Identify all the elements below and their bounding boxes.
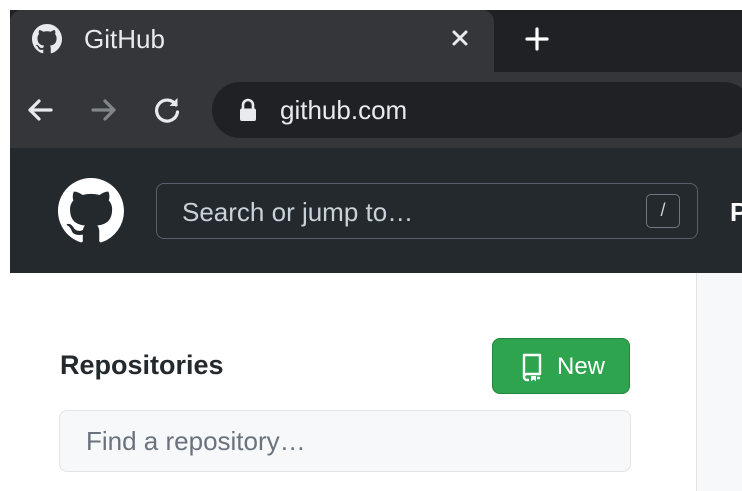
global-search-input[interactable]: [182, 196, 622, 228]
repositories-heading: Repositories: [60, 350, 224, 380]
main-feed-pane: [696, 273, 742, 491]
new-repository-button[interactable]: New: [492, 338, 630, 394]
new-button-label: New: [557, 353, 606, 380]
find-repository-input[interactable]: [59, 410, 631, 472]
lock-icon[interactable]: [238, 98, 258, 122]
close-tab-icon[interactable]: [446, 24, 474, 52]
search-shortcut-key: /: [646, 194, 680, 228]
repo-icon: [522, 353, 542, 382]
url-text[interactable]: github.com: [280, 93, 407, 127]
header-nav-link-partial[interactable]: P: [730, 196, 742, 228]
tab-title: GitHub: [84, 24, 165, 54]
browser-window: GitHub github.com / P Repositories: [0, 0, 742, 491]
new-tab-icon[interactable]: [522, 24, 552, 54]
github-octocat-icon[interactable]: [58, 178, 124, 244]
back-arrow-icon[interactable]: [24, 94, 56, 126]
reload-icon[interactable]: [150, 93, 184, 127]
forward-arrow-icon[interactable]: [88, 94, 120, 126]
browser-tab-github[interactable]: [10, 10, 494, 72]
github-favicon-icon: [32, 24, 62, 54]
